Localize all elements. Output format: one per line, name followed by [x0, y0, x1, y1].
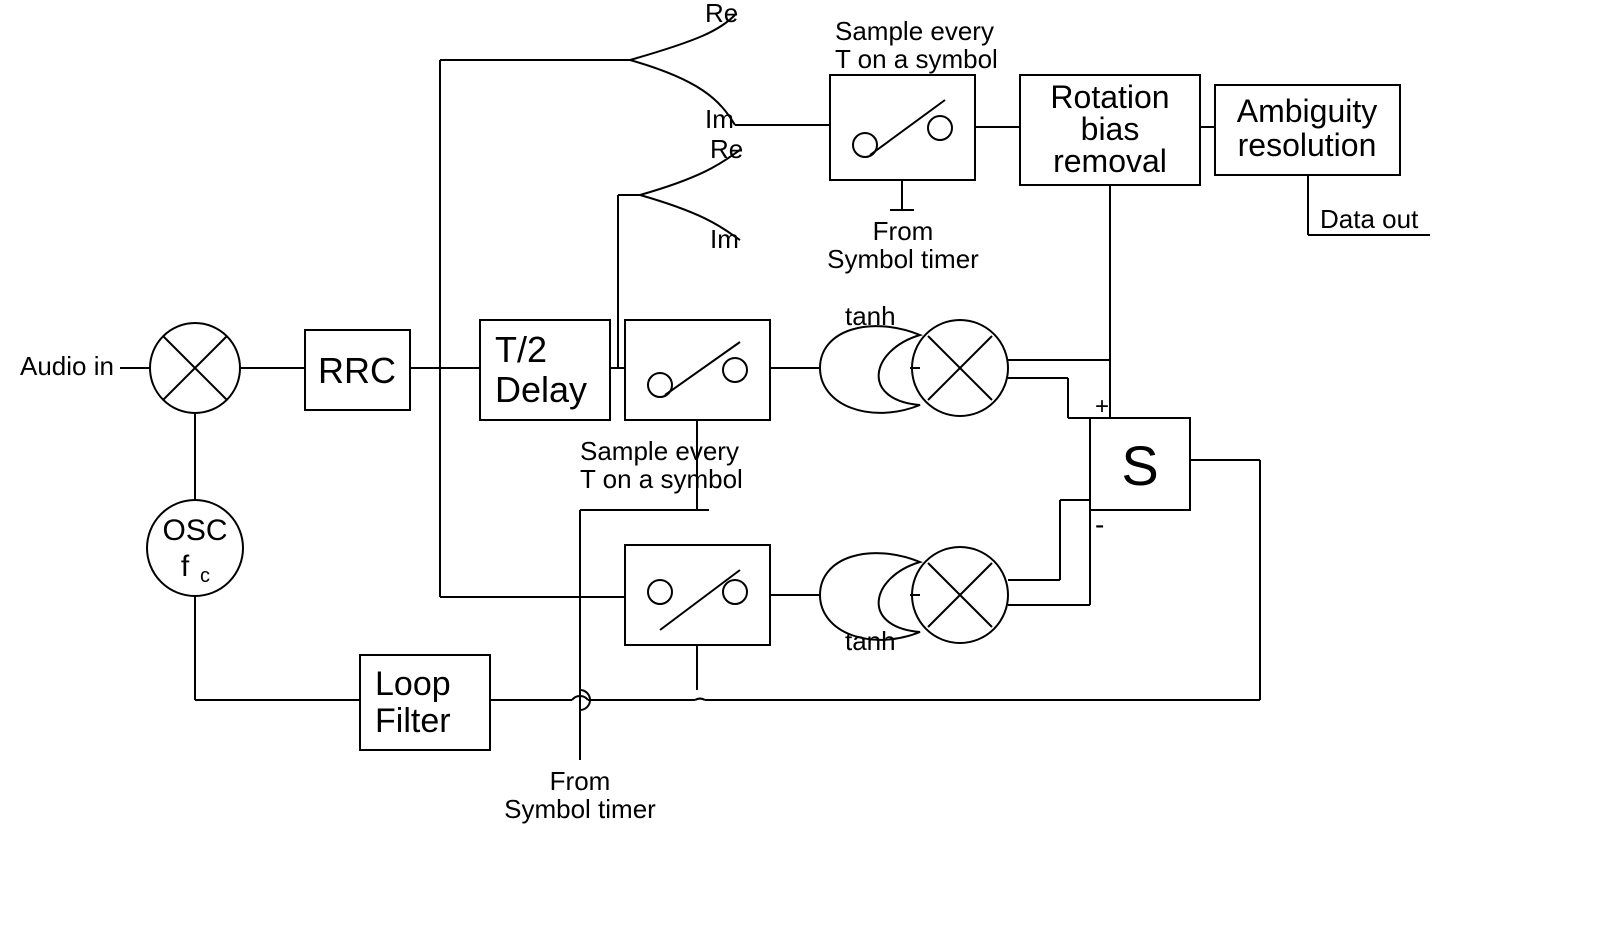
rrc-block: RRC	[305, 330, 410, 410]
ambiguity-block: Ambiguity resolution	[1215, 85, 1400, 175]
re2-label: Re	[710, 134, 743, 164]
minus-label: -	[1095, 509, 1104, 540]
from-st2-l2: Symbol timer	[504, 794, 656, 824]
delay-block: T/2 Delay	[480, 320, 610, 420]
loop-l1: Loop	[375, 665, 451, 703]
tanh-top: tanh	[820, 301, 920, 413]
summer-block: S	[1090, 418, 1190, 510]
rot-l2: bias	[1081, 111, 1140, 147]
osc-fc-sub: c	[200, 565, 210, 587]
tanh-top-label: tanh	[845, 301, 896, 331]
samp-top-l2: T on a symbol	[835, 44, 998, 74]
oscillator-icon: OSC f c	[147, 500, 243, 596]
samp-mid-l2: T on a symbol	[580, 464, 743, 494]
block-diagram: Audio in OSC f c RRC T/2 Delay	[0, 0, 1606, 936]
splitter-1: Re Im	[630, 0, 738, 134]
loop-l2: Filter	[375, 702, 451, 740]
samp-mid-l1: Sample every	[580, 436, 739, 466]
osc-fc-label: f	[181, 550, 190, 583]
audio-in-label: Audio in	[20, 351, 114, 381]
sampler-mid	[625, 320, 770, 420]
mixer-icon	[150, 323, 240, 413]
rot-l1: Rotation	[1050, 79, 1169, 115]
osc-label: OSC	[162, 514, 227, 547]
tanh-bot-label: tanh	[845, 626, 896, 656]
multiplier-bot-icon	[912, 547, 1008, 643]
from-st1-l1: From	[873, 216, 934, 246]
delay-l2: Delay	[495, 369, 587, 410]
from-st2-l1: From	[550, 766, 611, 796]
im1-label: Im	[705, 104, 734, 134]
delay-l1: T/2	[495, 329, 547, 370]
multiplier-top-icon	[912, 320, 1008, 416]
sum-label: S	[1121, 434, 1158, 497]
im2-label: Im	[710, 224, 739, 254]
sampler-top	[830, 75, 975, 180]
sampler-bot	[625, 545, 770, 645]
splitter-2: Re Im	[640, 134, 743, 254]
rotation-bias-block: Rotation bias removal	[1020, 75, 1200, 185]
amb-l2: resolution	[1238, 127, 1377, 163]
amb-l1: Ambiguity	[1237, 93, 1378, 129]
samp-top-l1: Sample every	[835, 16, 994, 46]
data-out-label: Data out	[1320, 204, 1419, 234]
plus-label: +	[1095, 393, 1109, 420]
re1-label: Re	[705, 0, 738, 28]
tanh-bot: tanh	[820, 553, 920, 656]
from-st1-l2: Symbol timer	[827, 244, 979, 274]
rrc-label: RRC	[318, 350, 396, 391]
loop-filter-block: Loop Filter	[360, 655, 490, 750]
rot-l3: removal	[1053, 143, 1167, 179]
